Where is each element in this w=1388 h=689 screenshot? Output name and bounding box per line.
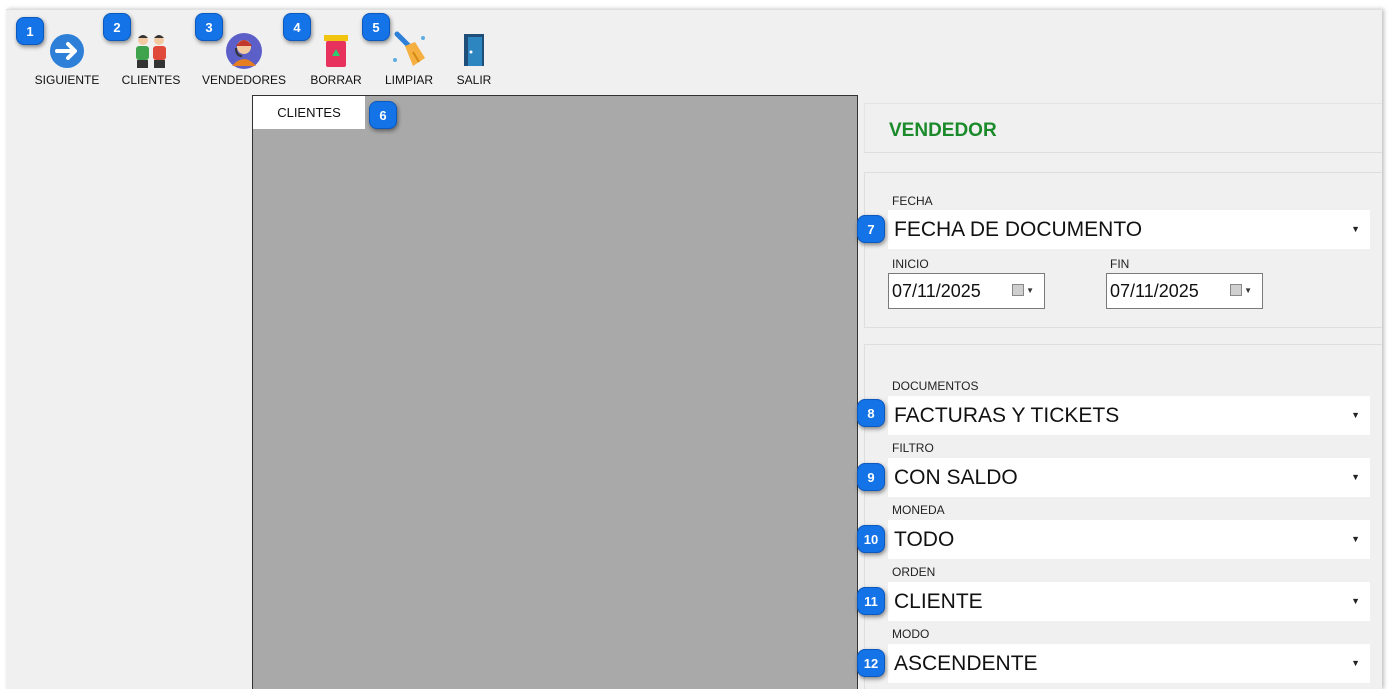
borrar-button[interactable]: BORRAR — [308, 10, 364, 94]
callout-badge-8: 8 — [857, 399, 885, 427]
fecha-label: FECHA — [892, 194, 933, 208]
calendar-icon[interactable]: ▼ — [1230, 284, 1252, 296]
moneda-select[interactable]: TODO ▼ — [888, 520, 1370, 559]
salir-label: SALIR — [456, 73, 492, 87]
chevron-down-icon: ▼ — [1351, 534, 1360, 544]
app-window: SIGUIENTE CLIENTES VENDEDORES BORRAR LIM… — [6, 9, 1382, 689]
vendedores-label: VENDEDORES — [201, 73, 287, 87]
callout-badge-9: 9 — [857, 463, 885, 491]
callout-badge-3: 3 — [195, 13, 223, 41]
chevron-down-icon: ▼ — [1351, 658, 1360, 668]
fecha-select[interactable]: FECHA DE DOCUMENTO ▼ — [888, 210, 1370, 249]
borrar-label: BORRAR — [310, 73, 362, 87]
chevron-down-icon: ▼ — [1351, 224, 1360, 234]
documentos-select-value: FACTURAS Y TICKETS — [894, 403, 1120, 427]
limpiar-button[interactable]: LIMPIAR — [382, 10, 436, 94]
broom-icon — [393, 31, 425, 66]
callout-badge-6: 6 — [369, 101, 397, 129]
clientes-grid-panel[interactable]: CLIENTES — [252, 95, 858, 689]
documentos-label: DOCUMENTOS — [892, 379, 979, 393]
siguiente-label: SIGUIENTE — [34, 73, 100, 87]
panel-title: VENDEDOR — [889, 120, 997, 141]
siguiente-button[interactable]: SIGUIENTE — [34, 10, 100, 94]
moneda-label: MONEDA — [892, 503, 945, 517]
callout-badge-1: 1 — [16, 17, 44, 45]
documentos-select[interactable]: FACTURAS Y TICKETS ▼ — [888, 396, 1370, 435]
callout-badge-5: 5 — [362, 13, 390, 41]
inicio-date-value: 07/11/2025 — [892, 280, 981, 301]
filtro-select[interactable]: CON SALDO ▼ — [888, 458, 1370, 497]
limpiar-label: LIMPIAR — [384, 73, 434, 87]
salesperson-icon — [226, 33, 262, 69]
fin-label: FIN — [1110, 257, 1130, 271]
callout-badge-2: 2 — [103, 13, 131, 41]
chevron-down-icon: ▼ — [1351, 472, 1360, 482]
orden-label: ORDEN — [892, 565, 936, 579]
callout-badge-10: 10 — [857, 525, 885, 553]
filtro-select-value: CON SALDO — [894, 465, 1018, 489]
trash-icon — [324, 35, 348, 67]
tab-clientes[interactable]: CLIENTES — [253, 96, 365, 129]
calendar-icon[interactable]: ▼ — [1012, 284, 1034, 296]
arrow-right-icon — [50, 34, 84, 68]
orden-select[interactable]: CLIENTE ▼ — [888, 582, 1370, 621]
moneda-select-value: TODO — [894, 527, 955, 551]
chevron-down-icon: ▼ — [1351, 410, 1360, 420]
salir-button[interactable]: SALIR — [452, 10, 496, 94]
callout-badge-7: 7 — [857, 215, 885, 243]
inicio-date-picker[interactable]: 07/11/2025 ▼ — [888, 273, 1045, 309]
tab-clientes-label: CLIENTES — [277, 105, 341, 120]
fecha-select-value: FECHA DE DOCUMENTO — [894, 217, 1143, 241]
exit-door-icon — [464, 34, 484, 66]
modo-label: MODO — [892, 627, 930, 641]
clientes-label: CLIENTES — [121, 73, 181, 87]
modo-select-value: ASCENDENTE — [894, 651, 1038, 675]
fin-date-picker[interactable]: 07/11/2025 ▼ — [1106, 273, 1263, 309]
callout-badge-12: 12 — [857, 649, 885, 677]
vendedor-header: VENDEDOR — [864, 103, 1382, 153]
callout-badge-11: 11 — [857, 587, 885, 615]
inicio-label: INICIO — [892, 257, 929, 271]
customers-icon — [136, 35, 166, 68]
chevron-down-icon: ▼ — [1351, 596, 1360, 606]
filtro-label: FILTRO — [892, 441, 934, 455]
fin-date-value: 07/11/2025 — [1110, 280, 1199, 301]
modo-select[interactable]: ASCENDENTE ▼ — [888, 644, 1370, 683]
callout-badge-4: 4 — [283, 13, 311, 41]
orden-select-value: CLIENTE — [894, 589, 983, 613]
